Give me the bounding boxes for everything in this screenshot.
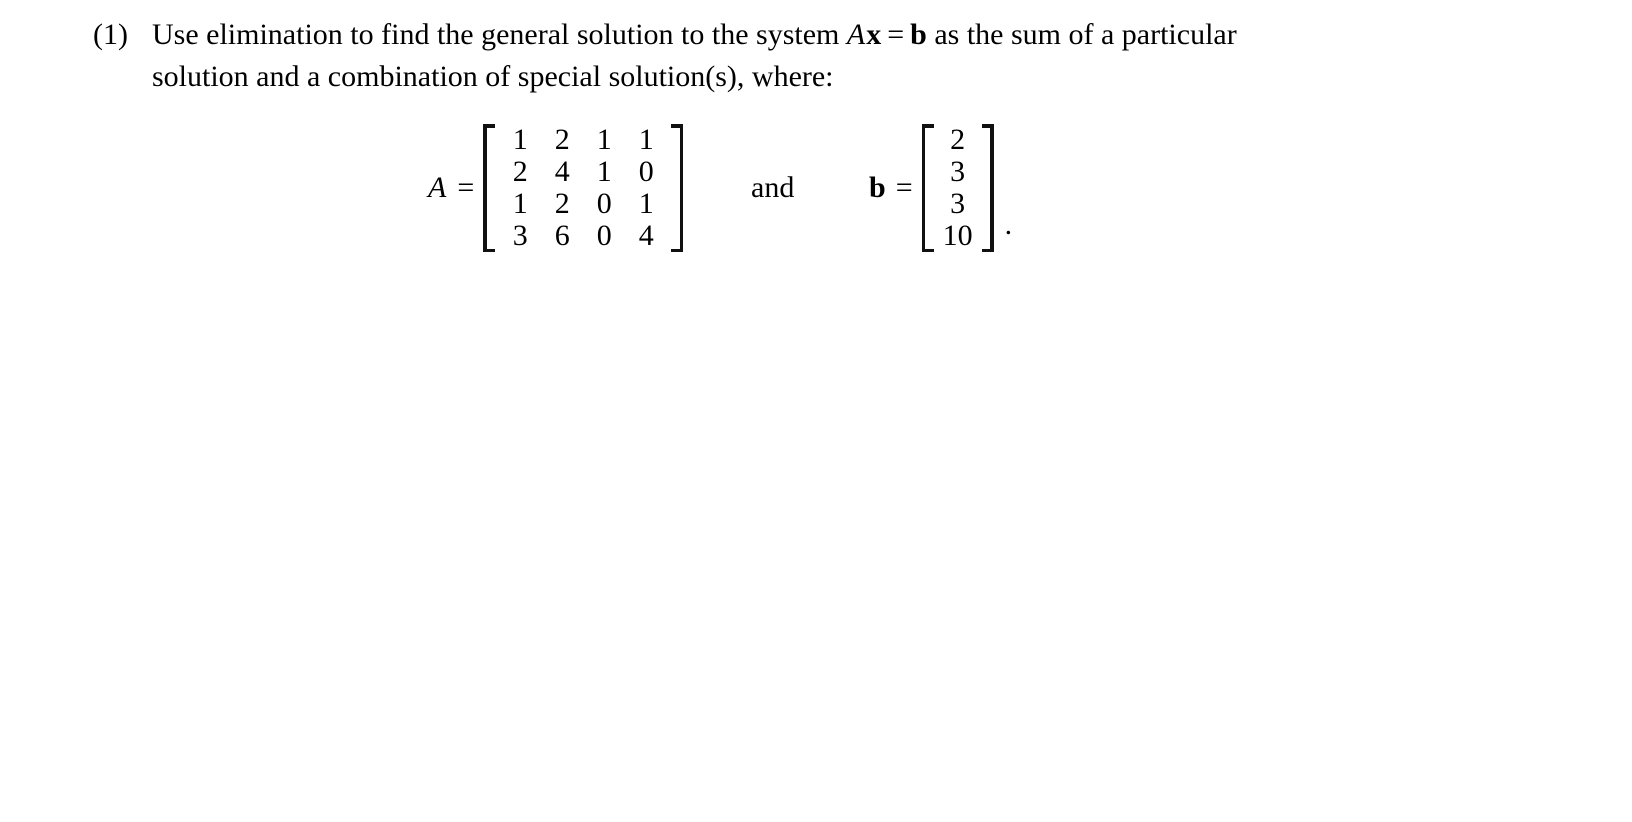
matrix-cell: 2 bbox=[950, 123, 966, 156]
inline-vector-symbol-b: b bbox=[910, 18, 927, 51]
matrix-cell: 1 bbox=[596, 155, 612, 188]
problem-number-label: (1) bbox=[93, 18, 128, 51]
matrix-cell: 0 bbox=[638, 155, 654, 188]
matrix-a-right-bracket-icon bbox=[670, 124, 684, 252]
matrix-row: 1 2 1 1 bbox=[499, 124, 667, 156]
problem-line-1: Use elimination to find the general solu… bbox=[152, 14, 1513, 56]
matrix-cell: 2 bbox=[554, 123, 570, 156]
matrix-cell: 1 bbox=[512, 123, 528, 156]
vector-b-grid: 2 3 3 10 bbox=[936, 124, 980, 252]
problem-line-1-text-before-equation: Use elimination to find the general solu… bbox=[152, 18, 847, 51]
matrix-cell: 1 bbox=[596, 123, 612, 156]
problem-line-1-text-after-equation: as the sum of a particular bbox=[926, 18, 1237, 51]
matrix-row: 3 6 0 4 bbox=[499, 220, 667, 252]
matrix-row: 10 bbox=[936, 220, 980, 252]
matrix-a-label: A bbox=[428, 171, 447, 204]
matrix-row: 3 bbox=[936, 156, 980, 188]
vector-b-label: b bbox=[869, 171, 886, 204]
matrix-cell: 3 bbox=[512, 219, 528, 252]
problem-line-2: solution and a combination of special so… bbox=[152, 60, 834, 93]
vector-b-right-bracket-icon bbox=[981, 124, 994, 252]
vector-b: 2 3 3 10 bbox=[921, 124, 994, 252]
matrix-cell: 1 bbox=[512, 187, 528, 220]
vector-b-equation: b = 2 3 3 10 . bbox=[869, 108, 1012, 268]
matrix-cell: 2 bbox=[512, 155, 528, 188]
trailing-period: . bbox=[1004, 208, 1013, 241]
conjunction-and-label: and bbox=[751, 171, 795, 204]
matrix-cell: 4 bbox=[638, 219, 654, 252]
matrix-row: 2 bbox=[936, 124, 980, 156]
inline-matrix-symbol-a: A bbox=[846, 18, 866, 51]
problem-row: (1) Use elimination to find the general … bbox=[93, 14, 1513, 98]
conjunction-and: and bbox=[751, 108, 794, 268]
inline-equals-sign: = bbox=[887, 18, 905, 51]
matrix-a-equation: A = 1 2 1 1 2 4 1 0 1 2 0 1 3 6 0 4 bbox=[428, 108, 684, 268]
matrix-cell: 0 bbox=[596, 219, 612, 252]
matrix-row: 1 2 0 1 bbox=[499, 188, 667, 220]
document-page: (1) Use elimination to find the general … bbox=[0, 0, 1632, 822]
matrix-a-equals-sign: = bbox=[457, 171, 475, 204]
matrix-cell: 10 bbox=[942, 219, 973, 252]
matrix-cell: 2 bbox=[554, 187, 570, 220]
problem-body: Use elimination to find the general solu… bbox=[152, 14, 1513, 98]
matrix-row: 3 bbox=[936, 188, 980, 220]
matrix-cell: 1 bbox=[638, 123, 654, 156]
matrix-a-left-bracket-icon bbox=[483, 124, 496, 252]
vector-b-left-bracket-icon bbox=[921, 124, 935, 252]
display-math-block: A = 1 2 1 1 2 4 1 0 1 2 0 1 3 6 0 4 and … bbox=[0, 108, 1632, 268]
matrix-a: 1 2 1 1 2 4 1 0 1 2 0 1 3 6 0 4 bbox=[483, 124, 684, 252]
matrix-row: 2 4 1 0 bbox=[499, 156, 667, 188]
matrix-cell: 3 bbox=[950, 187, 966, 220]
matrix-cell: 4 bbox=[554, 155, 570, 188]
vector-b-equals-sign: = bbox=[895, 171, 913, 204]
matrix-cell: 0 bbox=[596, 187, 612, 220]
matrix-cell: 3 bbox=[950, 155, 966, 188]
matrix-cell: 1 bbox=[638, 187, 654, 220]
problem-statement: (1) Use elimination to find the general … bbox=[93, 14, 1513, 98]
matrix-a-grid: 1 2 1 1 2 4 1 0 1 2 0 1 3 6 0 4 bbox=[499, 124, 667, 252]
inline-vector-symbol-x: x bbox=[866, 18, 882, 51]
matrix-cell: 6 bbox=[554, 219, 570, 252]
